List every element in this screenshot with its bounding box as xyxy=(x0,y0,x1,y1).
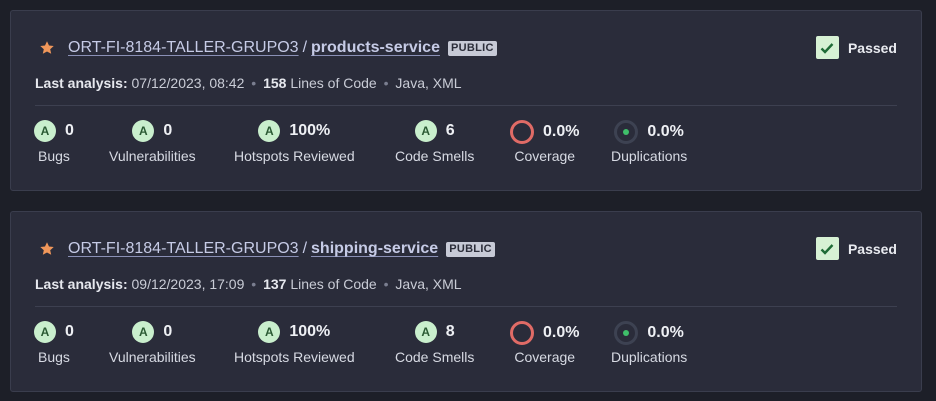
quality-gate-label: Passed xyxy=(847,39,897,56)
metric-label: Bugs xyxy=(37,349,70,365)
metric-label: Code Smells xyxy=(395,349,475,365)
last-analysis-label: Last analysis: xyxy=(35,75,128,91)
lines-of-code-value: 158 xyxy=(263,75,287,91)
breadcrumb-separator: / xyxy=(302,39,308,56)
metric-label: Hotspots Reviewed xyxy=(234,349,355,365)
rating-badge: A xyxy=(132,120,155,142)
rating-badge: A xyxy=(414,321,437,343)
organization-link[interactable]: ORT-FI-8184-TALLER-GRUPO3 xyxy=(68,240,299,258)
project-title-row: ORT-FI-8184-TALLER-GRUPO3 / shipping-ser… xyxy=(39,238,495,260)
breadcrumb-separator: / xyxy=(302,240,308,257)
project-name-link[interactable]: shipping-service xyxy=(311,240,438,258)
metric-coverage[interactable]: 0.0% Coverage xyxy=(510,320,579,365)
check-icon xyxy=(815,36,839,59)
metric-value: 100% xyxy=(289,122,331,139)
last-analysis-date: 09/12/2023, 17:09 xyxy=(131,276,245,292)
languages: Java, XML xyxy=(395,276,462,292)
visibility-badge: PUBLIC xyxy=(446,241,495,257)
star-icon[interactable] xyxy=(39,241,55,257)
coverage-ring-icon xyxy=(510,120,534,144)
metric-label: Vulnerabilities xyxy=(109,349,196,365)
metric-bugs[interactable]: A 0 Bugs xyxy=(34,119,74,164)
metric-label: Vulnerabilities xyxy=(109,148,196,164)
metric-value: 0.0% xyxy=(647,324,684,341)
star-icon[interactable] xyxy=(39,40,55,56)
metric-value: 0 xyxy=(65,323,74,340)
project-card-shipping-service: ORT-FI-8184-TALLER-GRUPO3 / shipping-ser… xyxy=(10,211,922,392)
rating-badge: A xyxy=(34,321,56,343)
rating-badge: A xyxy=(258,321,281,343)
quality-gate-status: Passed xyxy=(815,36,897,59)
metric-label: Coverage xyxy=(514,148,576,164)
quality-gate-status: Passed xyxy=(815,237,897,260)
rating-badge: A xyxy=(414,120,437,142)
check-icon xyxy=(815,237,839,260)
lines-of-code-label: Lines of Code xyxy=(290,75,377,91)
duplication-ring-icon xyxy=(614,120,639,144)
meta-separator: • xyxy=(383,75,389,91)
metric-value: 0 xyxy=(65,122,74,139)
project-name-link[interactable]: products-service xyxy=(311,39,440,57)
meta-separator: • xyxy=(383,276,389,292)
project-title-row: ORT-FI-8184-TALLER-GRUPO3 / products-ser… xyxy=(39,37,497,59)
metric-label: Duplications xyxy=(611,148,688,164)
divider xyxy=(35,306,897,307)
meta-separator: • xyxy=(251,276,257,292)
duplication-ring-icon xyxy=(614,321,639,345)
lines-of-code-label: Lines of Code xyxy=(290,276,377,292)
metric-label: Code Smells xyxy=(395,148,475,164)
last-analysis-label: Last analysis: xyxy=(35,276,128,292)
metric-value: 100% xyxy=(289,323,331,340)
coverage-ring-icon xyxy=(510,321,534,345)
metric-value: 0.0% xyxy=(543,123,580,140)
metric-value: 0 xyxy=(163,122,173,139)
metric-label: Coverage xyxy=(514,349,576,365)
metric-coverage[interactable]: 0.0% Coverage xyxy=(510,119,579,164)
metric-value: 0 xyxy=(163,323,173,340)
metric-value: 0.0% xyxy=(647,123,684,140)
metric-value: 6 xyxy=(445,122,455,139)
metric-label: Hotspots Reviewed xyxy=(234,148,355,164)
metric-value: 0.0% xyxy=(543,324,580,341)
metric-hotspots-reviewed[interactable]: A 100% Hotspots Reviewed xyxy=(234,320,355,365)
analysis-meta: Last analysis: 09/12/2023, 17:09 • 137 L… xyxy=(35,276,462,292)
languages: Java, XML xyxy=(395,75,462,91)
metric-vulnerabilities[interactable]: A 0 Vulnerabilities xyxy=(109,320,196,365)
metric-code-smells[interactable]: A 6 Code Smells xyxy=(395,119,474,164)
metric-duplications[interactable]: 0.0% Duplications xyxy=(611,320,687,365)
meta-separator: • xyxy=(251,75,257,91)
rating-badge: A xyxy=(132,321,155,343)
visibility-badge: PUBLIC xyxy=(447,40,497,56)
quality-gate-label: Passed xyxy=(847,240,897,257)
metric-value: 8 xyxy=(445,323,455,340)
analysis-meta: Last analysis: 07/12/2023, 08:42 • 158 L… xyxy=(35,75,462,91)
metric-vulnerabilities[interactable]: A 0 Vulnerabilities xyxy=(109,119,196,164)
metric-label: Bugs xyxy=(37,148,70,164)
rating-badge: A xyxy=(258,120,281,142)
metric-duplications[interactable]: 0.0% Duplications xyxy=(611,119,687,164)
lines-of-code-value: 137 xyxy=(263,276,287,292)
project-card-products-service: ORT-FI-8184-TALLER-GRUPO3 / products-ser… xyxy=(10,10,922,191)
metric-code-smells[interactable]: A 8 Code Smells xyxy=(395,320,474,365)
last-analysis-date: 07/12/2023, 08:42 xyxy=(131,75,245,91)
rating-badge: A xyxy=(34,120,56,142)
metric-hotspots-reviewed[interactable]: A 100% Hotspots Reviewed xyxy=(234,119,355,164)
organization-link[interactable]: ORT-FI-8184-TALLER-GRUPO3 xyxy=(68,39,299,57)
metric-bugs[interactable]: A 0 Bugs xyxy=(34,320,74,365)
metric-label: Duplications xyxy=(611,349,688,365)
divider xyxy=(35,105,897,106)
